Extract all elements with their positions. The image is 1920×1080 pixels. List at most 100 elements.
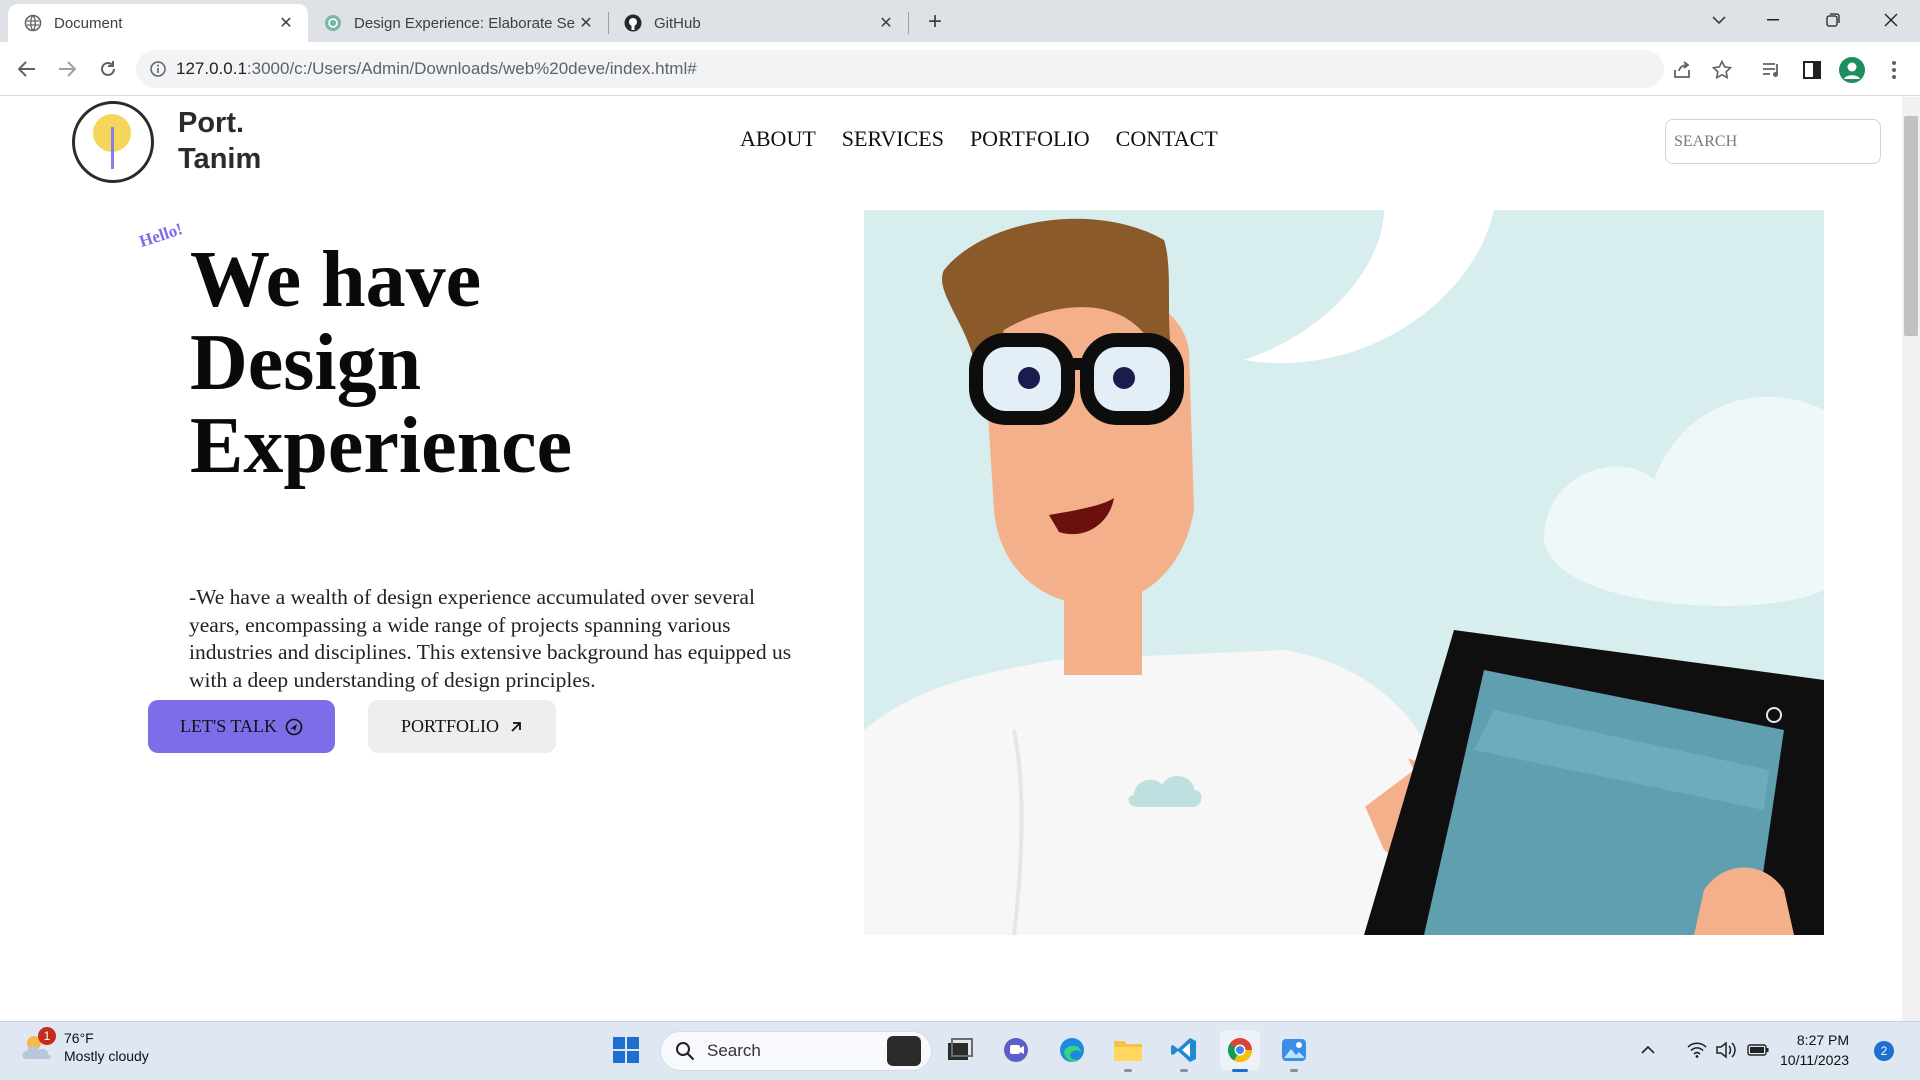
- running-indicator: [1290, 1069, 1298, 1072]
- running-indicator: [1124, 1069, 1132, 1072]
- edge-icon: [1060, 1038, 1084, 1062]
- new-tab-button[interactable]: +: [912, 2, 958, 42]
- arrow-right-icon: [59, 61, 76, 77]
- weather-widget[interactable]: 1 76°F Mostly cloudy: [20, 1027, 149, 1065]
- lets-talk-button[interactable]: LET'S TALK: [148, 700, 335, 753]
- minimize-icon: [1767, 19, 1779, 21]
- headline-line: Experience: [190, 402, 573, 490]
- folder-icon: [1114, 1041, 1142, 1061]
- nav-portfolio[interactable]: PORTFOLIO: [970, 126, 1090, 152]
- url-path: :3000/c:/Users/Admin/Downloads/web%20dev…: [246, 59, 697, 78]
- hero-headline: We have Design Experience: [190, 239, 790, 488]
- active-indicator: [1232, 1069, 1248, 1072]
- reload-icon: [101, 61, 115, 76]
- weather-text: 76°F Mostly cloudy: [64, 1029, 149, 1065]
- close-icon[interactable]: ✕: [276, 13, 296, 33]
- search-highlight-icon: [887, 1036, 921, 1066]
- main-nav: ABOUT SERVICES PORTFOLIO CONTACT: [740, 126, 1218, 152]
- tab-github[interactable]: GitHub ✕: [608, 4, 908, 42]
- teams-chat-button[interactable]: [996, 1030, 1036, 1070]
- file-explorer-button[interactable]: [1108, 1030, 1148, 1070]
- chevron-down-icon: [1712, 16, 1726, 25]
- close-window-button[interactable]: [1868, 0, 1914, 40]
- minimize-button[interactable]: [1750, 0, 1796, 40]
- headline-line: Design: [190, 319, 422, 407]
- headline-line: We have: [190, 236, 482, 324]
- url-host: 127.0.0.1: [176, 59, 247, 78]
- windows-icon: [613, 1037, 639, 1063]
- address-bar[interactable]: 127.0.0.1:3000/c:/Users/Admin/Downloads/…: [136, 50, 1664, 88]
- search-input[interactable]: [1665, 119, 1881, 164]
- menu-kebab-icon[interactable]: [1880, 56, 1908, 84]
- task-view-button[interactable]: [940, 1030, 980, 1070]
- chrome-icon: [1227, 1038, 1252, 1063]
- photos-button[interactable]: [1274, 1030, 1314, 1070]
- close-icon[interactable]: ✕: [576, 13, 596, 33]
- github-icon: [624, 14, 642, 32]
- nav-contact[interactable]: CONTACT: [1116, 126, 1218, 152]
- profile-avatar[interactable]: [1838, 56, 1866, 84]
- taskbar-search[interactable]: Search: [660, 1031, 932, 1071]
- hello-label: Hello!: [136, 219, 185, 252]
- globe-icon: [24, 14, 42, 32]
- photos-icon: [1282, 1039, 1306, 1061]
- running-indicator: [1180, 1069, 1188, 1072]
- web-page: Port. Tanim ABOUT SERVICES PORTFOLIO CON…: [0, 97, 1902, 1021]
- volume-icon[interactable]: [1714, 1030, 1740, 1070]
- bookmark-star-icon[interactable]: [1708, 56, 1736, 84]
- info-icon[interactable]: [148, 59, 168, 79]
- hero-description: -We have a wealth of design experience a…: [189, 585, 792, 692]
- vscode-icon: [1171, 1038, 1196, 1062]
- close-icon: [1884, 13, 1898, 27]
- edge-button[interactable]: [1052, 1030, 1092, 1070]
- start-button[interactable]: [606, 1030, 646, 1070]
- tab-search-button[interactable]: [1696, 0, 1742, 40]
- nav-services[interactable]: SERVICES: [842, 126, 944, 152]
- close-icon[interactable]: ✕: [876, 13, 896, 33]
- weather-cloud-icon: 1: [20, 1027, 56, 1065]
- chrome-button[interactable]: [1220, 1030, 1260, 1070]
- battery-icon[interactable]: [1744, 1030, 1772, 1070]
- weather-temp: 76°F: [64, 1030, 94, 1046]
- restore-button[interactable]: [1810, 0, 1856, 40]
- nav-about[interactable]: ABOUT: [740, 126, 816, 152]
- portfolio-button[interactable]: PORTFOLIO: [368, 700, 556, 753]
- lets-talk-label: LET'S TALK: [180, 716, 277, 736]
- tab-strip: Document ✕ Design Experience: Elaborate …: [0, 0, 1920, 42]
- logo-line2: Tanim: [178, 143, 262, 175]
- weather-desc: Mostly cloudy: [64, 1048, 149, 1064]
- share-icon[interactable]: [1668, 56, 1696, 84]
- arrow-left-icon: [18, 61, 35, 77]
- clock-date: 10/11/2023: [1780, 1052, 1850, 1068]
- send-circle-icon: [285, 718, 303, 735]
- portfolio-label: PORTFOLIO: [401, 716, 499, 736]
- clock-time: 8:27 PM: [1796, 1032, 1850, 1048]
- restore-icon: [1826, 13, 1840, 27]
- side-panel-icon[interactable]: [1798, 56, 1826, 84]
- logo-text[interactable]: Port. Tanim: [178, 105, 261, 177]
- chevron-up-icon: [1641, 1045, 1655, 1054]
- reload-button[interactable]: [93, 54, 123, 84]
- logo-line1: Port.: [178, 107, 245, 139]
- forward-button[interactable]: [52, 54, 82, 84]
- task-view-icon: [948, 1038, 973, 1060]
- arrow-up-right-icon: [511, 721, 521, 732]
- chatgpt-icon: [324, 14, 342, 32]
- search-icon: [676, 1042, 695, 1061]
- hero-illustration: [864, 210, 1824, 935]
- scrollbar-thumb[interactable]: [1904, 116, 1918, 336]
- tab-document[interactable]: Document ✕: [8, 4, 308, 42]
- show-hidden-icons-button[interactable]: [1636, 1030, 1660, 1070]
- back-button[interactable]: [12, 54, 42, 84]
- system-clock[interactable]: 8:27 PM 10/11/2023: [1780, 1030, 1849, 1070]
- media-control-icon[interactable]: [1758, 56, 1786, 84]
- vscode-button[interactable]: [1164, 1030, 1204, 1070]
- weather-badge: 1: [38, 1027, 56, 1045]
- tab-title: Design Experience: Elaborate Se: [354, 14, 575, 32]
- taskbar-search-label: Search: [707, 1041, 761, 1060]
- notification-badge[interactable]: 2: [1874, 1041, 1894, 1061]
- wifi-icon[interactable]: [1684, 1030, 1710, 1070]
- logo-stem: [111, 127, 114, 169]
- tab-design-experience[interactable]: Design Experience: Elaborate Se ✕: [308, 4, 608, 42]
- tab-title: Document: [54, 14, 123, 32]
